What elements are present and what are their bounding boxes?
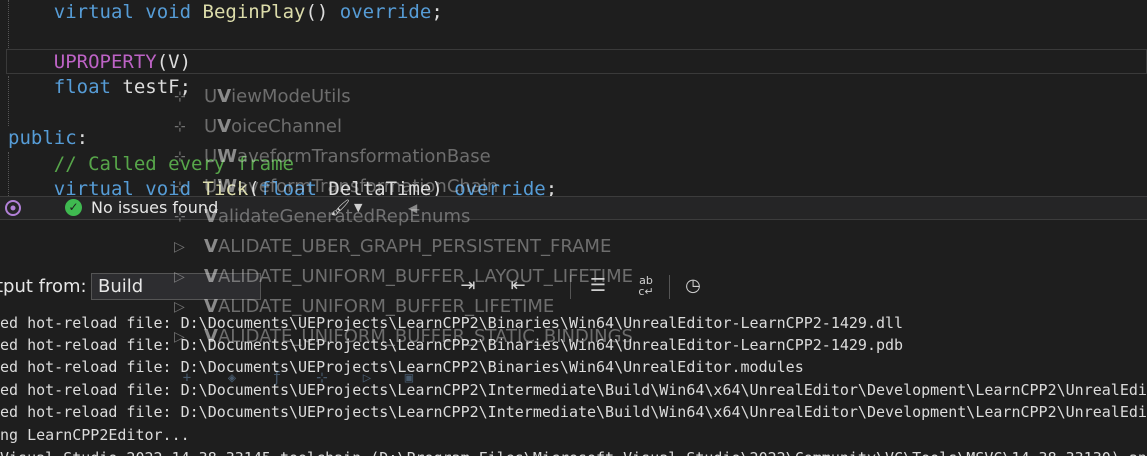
suggestion-item[interactable]: ▷ VALIDATE_UNIFORM_BUFFER_LAYOUT_LIFETIM… (168, 263, 638, 291)
filter-macro-icon[interactable]: ▷ (358, 369, 376, 387)
code-token: void (145, 1, 192, 23)
filter-add-icon[interactable]: + (178, 369, 196, 387)
suggestion-item[interactable]: ⊹ UWaveformTransformationBase (168, 143, 638, 171)
suggestion-item[interactable]: ⊹ UVoiceChannel (168, 113, 638, 141)
code-line[interactable]: UPROPERTY(V) (8, 49, 191, 75)
macro-icon: ▷ (174, 269, 185, 285)
check-circle-icon: ✓ (65, 199, 82, 216)
class-icon: ⊹ (174, 89, 186, 105)
filter-class-icon[interactable]: ⊹ (313, 369, 331, 387)
macro-icon: ▷ (174, 299, 185, 315)
suggestion-item[interactable]: ▷ VALIDATE_UBER_GRAPH_PERSISTENT_FRAME (168, 233, 638, 261)
code-token: float (53, 76, 111, 98)
code-line[interactable]: public: (8, 125, 88, 151)
suggestion-item[interactable]: ▷ VALIDATE_UNIFORM_BUFFER_STATIC_BINDING… (168, 323, 638, 351)
code-token: ; (431, 1, 443, 23)
code-token: (V) (156, 51, 192, 73)
intellicode-icon[interactable] (4, 199, 22, 217)
output-line: Visual Studio 2022 14.38.33145 toolchain… (0, 447, 1147, 456)
code-token: BeginPlay (202, 1, 306, 23)
suggestion-item[interactable]: ▷ VALIDATE_UNIFORM_BUFFER_LIFETIME (168, 293, 638, 321)
class-icon: ⊹ (174, 119, 186, 135)
class-icon: ⊹ (174, 179, 186, 195)
clock-icon[interactable]: ◷ (680, 273, 706, 299)
autocomplete-suggestion-list[interactable]: ⊹ UViewModeUtils ⊹ UVoiceChannel ⊹ UWave… (168, 80, 638, 370)
code-token: UPROPERTY (53, 51, 157, 73)
suggestion-item[interactable]: ⊹ UWaveformTransformationChain (168, 173, 638, 201)
suggestion-filter-toolbar: + ◈ ƒ ⊹ ▷ ▣ (168, 367, 468, 389)
macro-icon: ▷ (174, 329, 185, 345)
filter-field-icon[interactable]: ▣ (400, 369, 418, 387)
output-line: ed hot-reload file: D:\Documents\UEProje… (0, 403, 1147, 421)
code-line[interactable]: virtual void BeginPlay() override; (8, 0, 443, 25)
code-token: public (8, 127, 77, 149)
code-token: virtual (53, 178, 134, 196)
code-token: : (76, 127, 89, 149)
code-token: () (305, 1, 340, 23)
suggestion-item[interactable]: ⊹ ValidateGeneratedRepEnums (168, 203, 638, 231)
macro-icon: ▷ (174, 239, 185, 255)
class-icon: ⊹ (174, 149, 186, 165)
suggestion-item[interactable]: ⊹ UViewModeUtils (168, 83, 638, 111)
class-icon: ⊹ (174, 209, 186, 225)
code-token: virtual (53, 1, 134, 23)
output-line: ng LearnCPP2Editor... (0, 426, 190, 444)
toolbar-separator (669, 275, 670, 299)
output-source-label: tput from: (0, 276, 87, 297)
filter-function-icon[interactable]: ƒ (268, 369, 286, 387)
filter-enum-icon[interactable]: ◈ (223, 369, 241, 387)
code-line[interactable]: float testF; (8, 74, 191, 100)
code-token: override (339, 1, 432, 23)
